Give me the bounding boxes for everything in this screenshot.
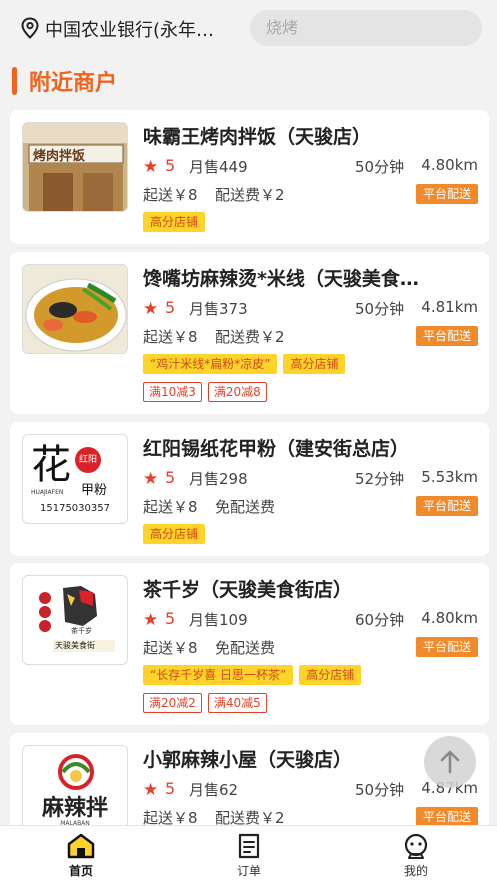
delivery-time: 50分钟 — [355, 300, 405, 318]
delivery-fee: 配送费￥2 — [215, 186, 285, 204]
logo-side-text: 甲粉 — [81, 483, 108, 498]
shop-card[interactable]: 花 红阳 甲粉 HUAJIAFEN 15175030357 红阳锡纸花甲粉（建安… — [10, 422, 489, 556]
bottom-tab-bar: 首页 订单 我的 — [0, 825, 497, 883]
tag-badge: 高分店铺 — [143, 212, 206, 232]
monthly-sales: 月售62 — [189, 781, 239, 799]
shop-rating: 5 — [165, 779, 176, 798]
shop-tags: 高分店铺 — [143, 524, 206, 544]
tab-home[interactable]: 首页 — [41, 832, 121, 879]
arrow-up-icon — [440, 750, 460, 774]
delivery-time: 50分钟 — [355, 158, 405, 176]
distance: 4.80km — [421, 156, 478, 174]
shop-logo: 花 红阳 甲粉 HUAJIAFEN 15175030357 — [22, 434, 128, 524]
scroll-to-top-button[interactable] — [424, 736, 476, 788]
min-order: 起送￥8 — [143, 498, 198, 516]
tag-badge: 高分店铺 — [283, 354, 346, 374]
distance: 4.80km — [421, 609, 478, 627]
platform-delivery-badge: 平台配送 — [415, 496, 478, 516]
shop-card[interactable]: 烤肉拌饭 味霸王烤肉拌饭（天骏店） ★ 5 月售449 50分钟 4.80km … — [10, 110, 489, 244]
home-icon — [67, 833, 95, 859]
shop-rating: 5 — [165, 156, 176, 175]
shop-tags: “长存千岁喜 日思一杯茶” 高分店铺 — [143, 665, 362, 685]
section-title-text: 附近商户 — [29, 71, 118, 96]
star-icon: ★ — [143, 157, 159, 177]
platform-delivery-badge: 平台配送 — [415, 184, 478, 204]
tab-mine-label: 我的 — [403, 864, 428, 878]
discount-tags: 满10减3 满20减8 — [143, 382, 267, 402]
shop-card[interactable]: 馋嘴坊麻辣烫*米线（天骏美食… ★ 5 月售373 50分钟 4.81km 起送… — [10, 252, 489, 414]
logo-red-seal: 红阳 — [75, 447, 101, 473]
distance: 5.53km — [421, 468, 478, 486]
location-pin-icon[interactable] — [20, 17, 40, 39]
tab-mine[interactable]: 我的 — [376, 832, 456, 879]
logo-caption: 天骏美食街 — [55, 641, 95, 650]
logo-main-char: 花 — [31, 442, 71, 488]
tag-badge: “鸡汁米线*扁粉*凉皮” — [143, 354, 278, 374]
star-icon: ★ — [143, 780, 159, 800]
shop-logo: 麻辣拌 MALABAN — [22, 745, 128, 835]
distance: 4.81km — [421, 298, 478, 316]
tab-orders[interactable]: 订单 — [209, 832, 289, 879]
search-input[interactable]: 烧烤 — [250, 10, 482, 46]
profile-icon — [404, 833, 428, 859]
star-icon: ★ — [143, 299, 159, 319]
min-order: 起送￥8 — [143, 639, 198, 657]
delivery-fee: 免配送费 — [215, 498, 276, 516]
discount-badge: 满20减2 — [143, 693, 202, 713]
discount-badge: 满10减3 — [143, 382, 202, 402]
delivery-time: 60分钟 — [355, 611, 405, 629]
shop-name[interactable]: 茶千岁（天骏美食街店） — [143, 575, 473, 602]
platform-delivery-badge: 平台配送 — [415, 637, 478, 657]
monthly-sales: 月售298 — [189, 470, 248, 488]
tab-home-label: 首页 — [68, 864, 93, 878]
shop-rating: 5 — [165, 609, 176, 628]
logo-phone: 15175030357 — [40, 503, 110, 514]
monthly-sales: 月售109 — [189, 611, 248, 629]
min-order: 起送￥8 — [143, 328, 198, 346]
discount-badge: 满40减5 — [207, 693, 267, 713]
star-icon: ★ — [143, 469, 159, 489]
shop-name[interactable]: 味霸王烤肉拌饭（天骏店） — [143, 122, 473, 149]
min-order: 起送￥8 — [143, 186, 198, 204]
logo-text: 麻辣拌 — [41, 795, 108, 821]
shop-thumbnail: 烤肉拌饭 — [22, 122, 128, 212]
top-bar: 中国农业银行(永年… 烧烤 — [0, 0, 497, 56]
platform-delivery-badge: 平台配送 — [415, 807, 478, 827]
delivery-time: 50分钟 — [355, 781, 405, 799]
shop-logo: 茶千岁 天骏美食街 — [22, 575, 128, 665]
tag-badge: 高分店铺 — [299, 665, 362, 685]
discount-tags: 满20减2 满40减5 — [143, 693, 267, 713]
shop-tags: “鸡汁米线*扁粉*凉皮” 高分店铺 — [143, 354, 346, 374]
shop-rating: 5 — [165, 298, 176, 317]
delivery-time: 52分钟 — [355, 470, 405, 488]
section-title: 附近商户 — [12, 64, 117, 98]
shop-name[interactable]: 馋嘴坊麻辣烫*米线（天骏美食… — [143, 264, 473, 291]
star-icon: ★ — [143, 610, 159, 630]
shop-tags: 高分店铺 — [143, 212, 206, 232]
delivery-fee: 免配送费 — [215, 639, 276, 657]
sign-text: 烤肉拌饭 — [33, 149, 86, 164]
shop-thumbnail — [22, 264, 128, 354]
location-text[interactable]: 中国农业银行(永年… — [45, 16, 230, 42]
monthly-sales: 月售373 — [189, 300, 248, 318]
shop-rating: 5 — [165, 468, 176, 487]
tag-badge: 高分店铺 — [143, 524, 206, 544]
orders-icon — [238, 833, 260, 859]
logo-small-text: 茶千岁 — [71, 627, 92, 635]
delivery-fee: 配送费￥2 — [215, 328, 285, 346]
shop-card[interactable]: 茶千岁 天骏美食街 茶千岁（天骏美食街店） ★ 5 月售109 60分钟 4.8… — [10, 563, 489, 725]
monthly-sales: 月售449 — [189, 158, 248, 176]
tag-badge: “长存千岁喜 日思一杯茶” — [143, 665, 294, 685]
section-title-bar — [12, 67, 17, 95]
discount-badge: 满20减8 — [207, 382, 267, 402]
platform-delivery-badge: 平台配送 — [415, 326, 478, 346]
logo-subtext: HUAJIAFEN — [31, 489, 64, 496]
tab-orders-label: 订单 — [236, 864, 261, 878]
shop-name[interactable]: 红阳锡纸花甲粉（建安街总店） — [143, 434, 473, 461]
